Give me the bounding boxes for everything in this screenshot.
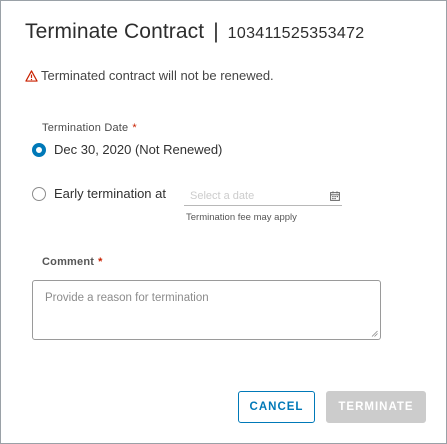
terminate-button[interactable]: TERMINATE [326,391,426,423]
comment-required-marker: * [98,256,103,268]
resize-handle-icon[interactable] [371,330,378,337]
radio-not-renewed-label[interactable]: Dec 30, 2020 (Not Renewed) [54,142,222,157]
radio-not-renewed[interactable] [32,142,46,157]
comment-label: Comment * [42,256,103,268]
required-marker: * [132,122,137,134]
warning-message: Terminated contract will not be renewed. [25,68,274,83]
dialog-title: Terminate Contract [25,20,205,43]
early-termination-date-input[interactable]: Select a date [184,186,342,206]
radio-option-not-renewed[interactable]: Dec 30, 2020 (Not Renewed) [32,142,222,157]
termination-fee-hint: Termination fee may apply [186,212,297,223]
dialog-header: Terminate Contract | 103411525353472 [25,20,364,44]
radio-early-termination[interactable] [32,186,46,201]
date-placeholder[interactable]: Select a date [190,190,254,202]
comment-label-text: Comment [42,256,95,268]
comment-textarea[interactable]: Provide a reason for termination [32,280,381,340]
comment-placeholder[interactable]: Provide a reason for termination [45,292,209,304]
termination-date-label: Termination Date * [42,122,137,134]
terminate-contract-dialog: Terminate Contract | 103411525353472 Ter… [0,0,447,444]
radio-option-early-termination[interactable]: Early termination at [32,186,166,201]
termination-date-label-text: Termination Date [42,122,129,134]
warning-text: Terminated contract will not be renewed. [41,68,274,83]
cancel-button[interactable]: CANCEL [238,391,315,423]
title-separator: | [213,20,219,43]
warning-icon [25,69,38,82]
radio-early-termination-label[interactable]: Early termination at [54,186,166,201]
contract-id: 103411525353472 [227,25,365,42]
calendar-icon[interactable] [330,190,340,201]
